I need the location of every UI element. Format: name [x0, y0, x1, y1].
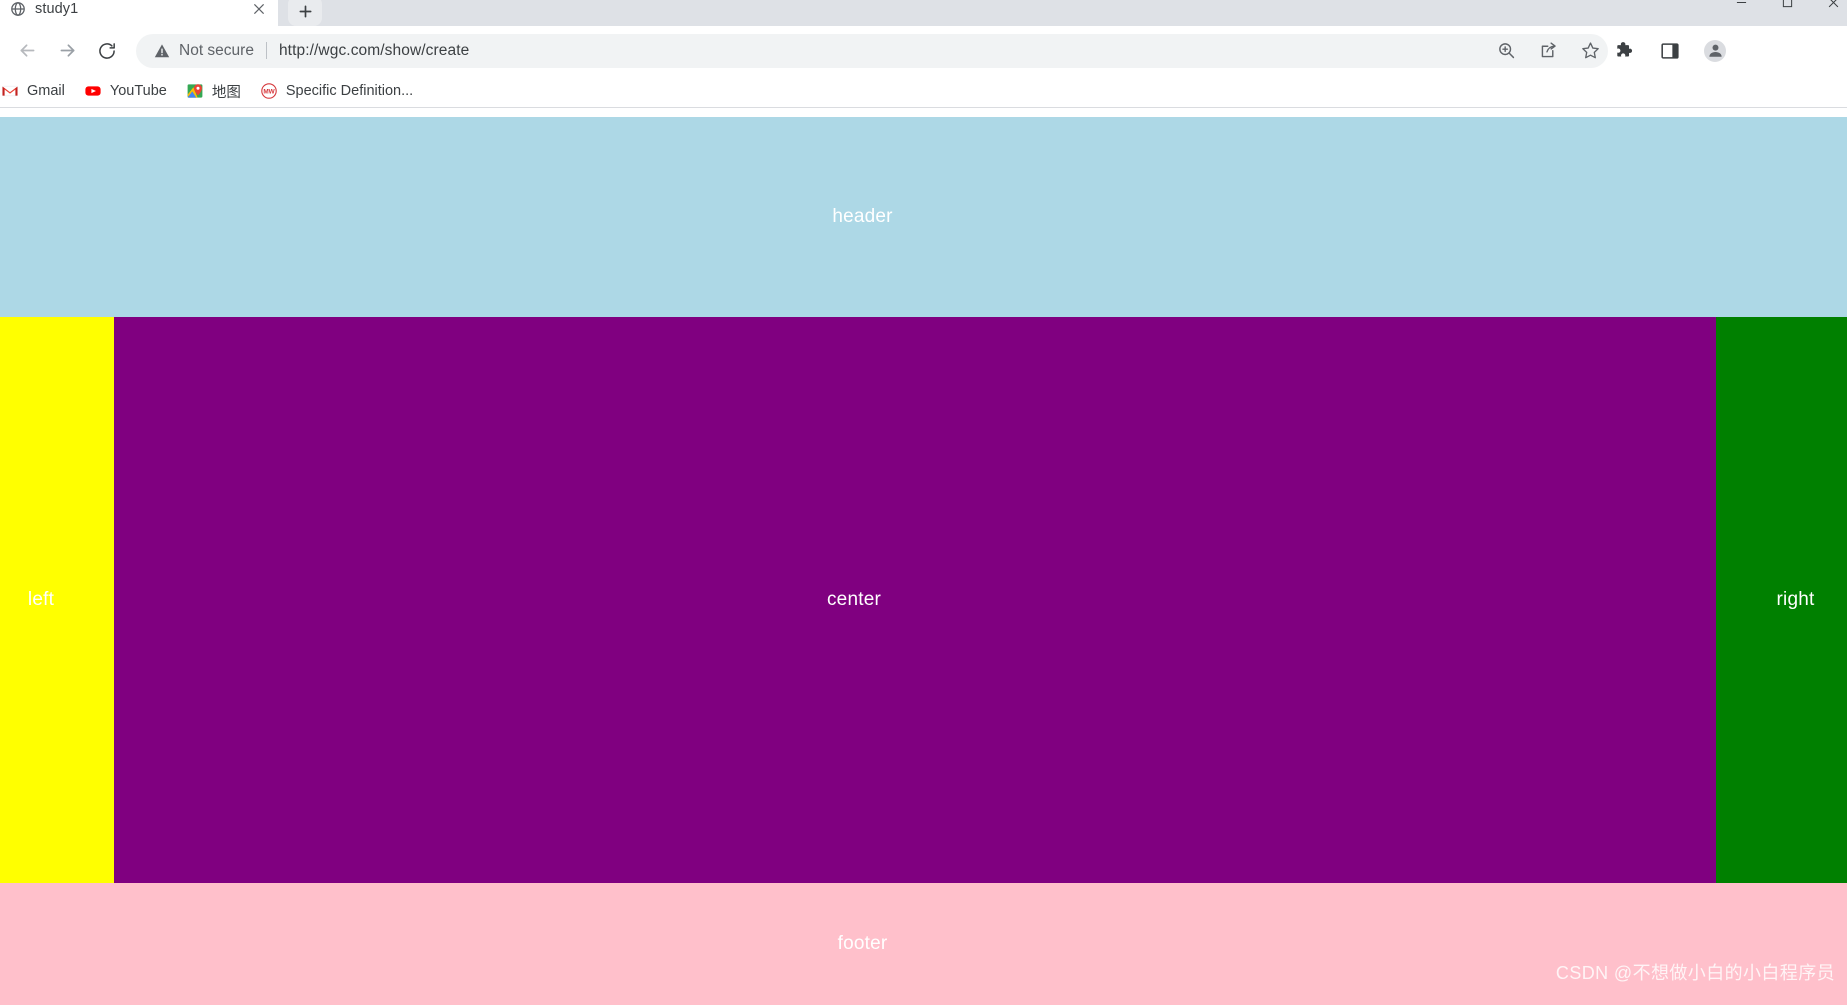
puzzle-icon[interactable]	[1614, 40, 1636, 62]
csdn-watermark: CSDN @不想做小白的小白程序员	[1555, 963, 1835, 983]
zoom-in-icon[interactable]	[1496, 41, 1516, 61]
bookmark-label: 地图	[211, 84, 241, 101]
browser-window: study1 Not secure http://wgc.com/show/cr…	[0, 0, 1847, 1005]
close-window-icon[interactable]	[1825, 0, 1841, 10]
minimize-icon[interactable]	[1733, 0, 1749, 10]
bookmark-label: Gmail	[27, 83, 65, 99]
footer-region: footer CSDN @不想做小白的小白程序员	[0, 883, 1847, 1005]
address-bar[interactable]: Not secure http://wgc.com/show/create	[136, 33, 1608, 68]
center-label: center	[826, 589, 881, 610]
bookmark-youtube[interactable]: YouTube	[77, 79, 175, 103]
avatar-icon[interactable]	[1704, 39, 1726, 62]
left-label: left	[27, 589, 55, 610]
side-panel-icon[interactable]	[1659, 40, 1681, 62]
toolbar-right-group	[1614, 39, 1740, 62]
header-region: header	[0, 117, 1847, 317]
right-label: right	[1776, 589, 1815, 610]
middle-row: left center right	[0, 317, 1847, 883]
browser-toolbar: Not secure http://wgc.com/show/create	[0, 26, 1847, 75]
page-viewport: header left center right footer CSDN @不想…	[0, 109, 1847, 1005]
browser-tab[interactable]: study1	[0, 0, 278, 26]
window-controls	[1733, 0, 1841, 10]
right-region: right	[1716, 317, 1847, 883]
footer-label: footer	[837, 933, 888, 954]
warning-triangle-icon	[154, 43, 170, 59]
bookmark-maps[interactable]: 地图	[179, 79, 249, 103]
omnibox-divider	[265, 42, 267, 59]
globe-icon	[10, 1, 26, 17]
back-arrow-icon[interactable]	[10, 34, 44, 68]
star-icon[interactable]	[1580, 41, 1600, 61]
tab-title: study1	[35, 1, 79, 17]
left-region: left	[0, 317, 114, 883]
svg-text:MW: MW	[263, 89, 275, 96]
omnibox-actions	[1496, 34, 1600, 68]
merriam-webster-icon: MW	[261, 83, 277, 99]
share-icon[interactable]	[1538, 41, 1558, 61]
bookmark-specific-definition[interactable]: MW Specific Definition...	[253, 79, 421, 103]
security-status-text: Not secure	[179, 41, 254, 59]
close-icon[interactable]	[250, 0, 268, 18]
header-label: header	[832, 206, 893, 227]
new-tab-button[interactable]	[288, 0, 322, 26]
bookmark-label: Specific Definition...	[285, 83, 414, 99]
bookmark-gmail[interactable]: Gmail	[0, 79, 73, 103]
youtube-icon	[85, 83, 101, 99]
url-text[interactable]: http://wgc.com/show/create	[279, 42, 469, 60]
google-maps-icon	[187, 83, 203, 99]
bookmark-label: YouTube	[109, 83, 167, 99]
page-layout: header left center right footer CSDN @不想…	[0, 117, 1847, 1005]
gmail-icon	[2, 83, 18, 99]
center-region: center	[114, 317, 1716, 883]
bookmarks-bar: Gmail YouTube 地图 MW Specific Definition.…	[0, 75, 1847, 108]
forward-arrow-icon[interactable]	[50, 34, 84, 68]
maximize-icon[interactable]	[1779, 0, 1795, 10]
reload-icon[interactable]	[90, 34, 124, 68]
tab-strip: study1	[0, 0, 1847, 26]
